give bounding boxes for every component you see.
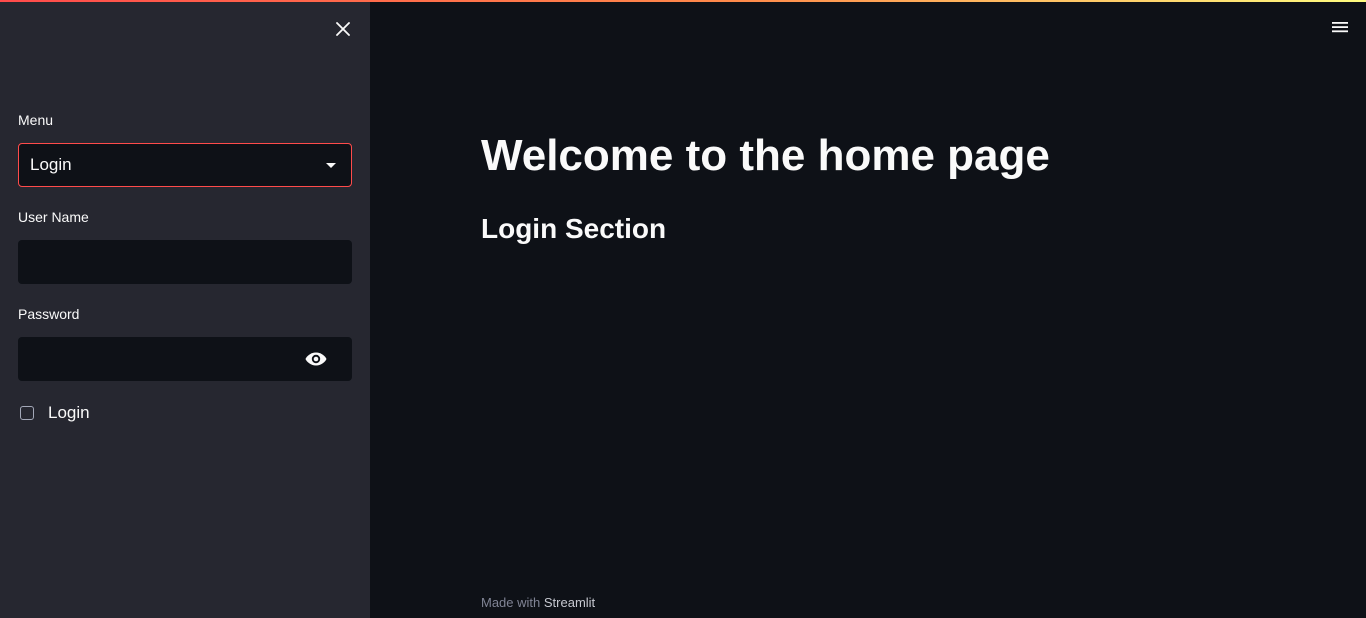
top-decoration-bar (0, 0, 1366, 2)
main-menu-button[interactable] (1330, 19, 1350, 35)
menu-select[interactable]: Login (18, 143, 352, 187)
sidebar-close-button[interactable] (333, 19, 353, 39)
close-icon (336, 22, 350, 36)
login-checkbox-label: Login (48, 403, 90, 422)
hamburger-menu-icon (1332, 22, 1348, 33)
password-visibility-toggle[interactable] (303, 348, 329, 370)
menu-select-value: Login (30, 155, 72, 174)
streamlit-link[interactable]: Streamlit (544, 595, 595, 610)
menu-label: Menu (18, 112, 54, 128)
login-checkbox-row[interactable]: Login (20, 402, 90, 424)
footer-prefix: Made with (481, 595, 541, 610)
page-title: Welcome to the home page (481, 131, 1050, 180)
username-input[interactable] (18, 240, 352, 284)
password-input[interactable] (18, 337, 352, 381)
section-subheader: Login Section (481, 213, 667, 244)
chevron-down-icon (326, 163, 336, 168)
username-label: User Name (18, 209, 89, 225)
password-label: Password (18, 306, 80, 322)
sidebar: Menu Login User Name Password Login (0, 0, 370, 618)
eye-icon (305, 352, 327, 366)
footer: Made with Streamlit (481, 595, 595, 610)
login-checkbox[interactable] (20, 406, 34, 420)
